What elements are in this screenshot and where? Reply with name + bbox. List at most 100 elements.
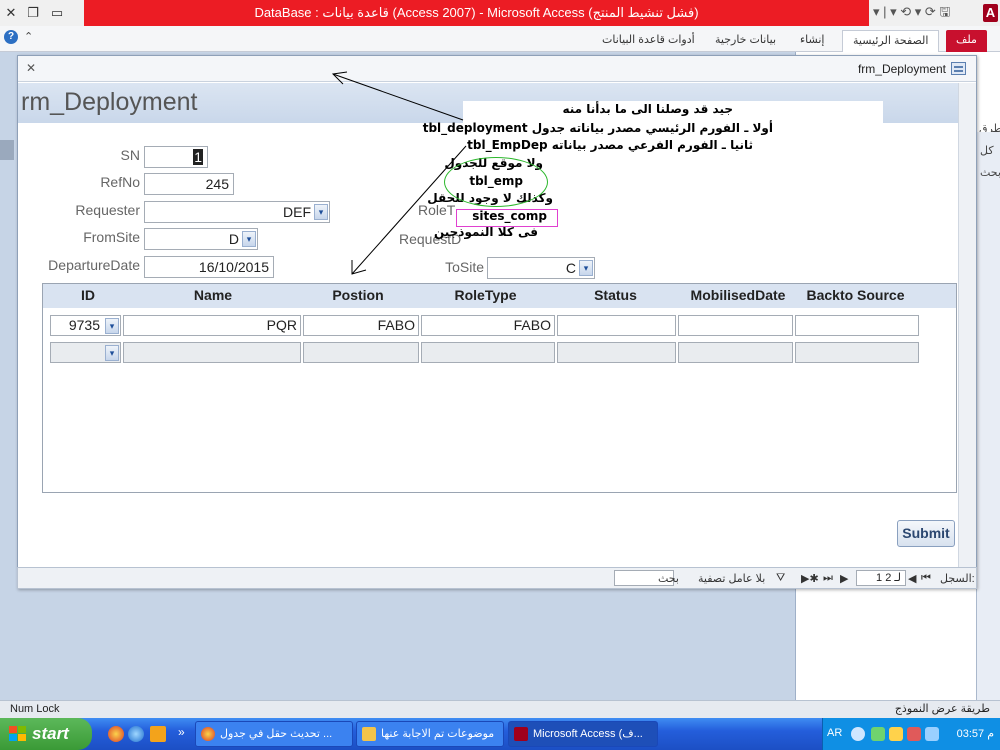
security-icon[interactable] — [907, 727, 921, 741]
close-form-icon[interactable]: ✕ — [26, 61, 36, 75]
new-record-icon[interactable]: ▶✱ — [801, 572, 819, 585]
annotation-line: جيد قد وصلنا الى ما بدأنا منه — [562, 102, 733, 116]
refno-field[interactable]: 245 — [144, 173, 234, 195]
row-roletype-cell[interactable]: FABO — [421, 315, 555, 336]
annotation-line: ثانيا ـ الفورم الفرعي مصدر بياناته tbl_E… — [467, 138, 753, 152]
taskbar-item-label: موضوعات تم الاجابة عنها — [381, 728, 495, 740]
minimize-window-icon[interactable]: ▭ — [48, 4, 66, 22]
form-window-titlebar: ✕ frm_Deployment — [18, 56, 976, 82]
col-header-backto: Backto Source — [806, 287, 905, 303]
taskbar-item-folder[interactable]: موضوعات تم الاجابة عنها — [356, 721, 504, 747]
row-id-combo[interactable]: 9735 ▾ — [50, 315, 121, 336]
ie-icon[interactable] — [128, 726, 144, 742]
tray-expand-icon[interactable] — [851, 727, 865, 741]
overflow-icon[interactable]: » — [178, 725, 185, 739]
new-status-cell[interactable] — [557, 342, 676, 363]
taskbar-item-label: Microsoft Access (ف... — [533, 728, 643, 740]
close-window-icon[interactable]: ✕ — [2, 4, 20, 22]
refno-label: RefNo — [100, 174, 140, 190]
fromsite-combo[interactable]: D ▾ — [144, 228, 258, 250]
record-position[interactable]: 1 لـ 2 — [856, 570, 906, 586]
col-header-position: Postion — [332, 287, 384, 303]
nav-pane-strip: كل بحث — [976, 132, 1000, 700]
departure-date-label: DepartureDate — [48, 257, 140, 273]
form-vertical-scrollbar[interactable] — [958, 83, 976, 567]
tosite-label: ToSite — [445, 259, 484, 275]
row-status-cell[interactable] — [557, 315, 676, 336]
help-icon[interactable]: ? — [4, 30, 18, 44]
col-header-mobilised: MobilisedDate — [690, 287, 786, 303]
tosite-value: C — [565, 260, 576, 276]
form-heading: rm_Deployment — [21, 88, 198, 116]
network-icon[interactable] — [871, 727, 885, 741]
ribbon-tab-strip: ملف الصفحة الرئيسية إنشاء بيانات خارجية … — [0, 26, 1000, 52]
chevron-down-icon[interactable]: ▾ — [579, 260, 593, 276]
quick-access-toolbar[interactable]: ▾ | ▾ ⟲ ▾ ⟳ 🖫 — [873, 3, 951, 25]
form-window-title: frm_Deployment — [857, 62, 946, 76]
new-backto-cell[interactable] — [795, 342, 919, 363]
taskbar-item-access[interactable]: Microsoft Access (ف... — [508, 721, 658, 747]
col-header-name: Name — [193, 287, 233, 303]
record-navigator: بحث بلا عامل تصفية ⛛ ▶✱ ⏭ ▶ 1 لـ 2 ◀ ⏮ ا… — [17, 567, 977, 589]
tab-database-tools[interactable]: أدوات قاعدة البيانات — [592, 30, 705, 52]
fromsite-label: FromSite — [83, 229, 140, 245]
taskbar-item-label: تحديث حقل في جدول ... — [220, 728, 333, 740]
nav-pane-all-label[interactable]: كل — [980, 144, 994, 157]
start-label: start — [32, 724, 69, 743]
submit-button[interactable]: Submit — [897, 520, 955, 547]
new-roletype-cell[interactable] — [421, 342, 555, 363]
view-mode-label: طريقة عرض النموذج — [894, 703, 990, 715]
form-icon — [951, 62, 966, 75]
ribbon-collapse-icon[interactable]: ⌃ — [24, 30, 33, 43]
access-app-icon[interactable]: A — [983, 4, 998, 22]
last-record-icon[interactable]: ⏭ — [823, 572, 833, 585]
first-record-icon[interactable]: ⏮ — [921, 572, 931, 585]
new-position-cell[interactable] — [303, 342, 419, 363]
next-record-icon[interactable]: ▶ — [840, 572, 848, 585]
tosite-combo[interactable]: C ▾ — [487, 257, 595, 279]
outlook-icon[interactable] — [150, 726, 166, 742]
sn-value: 1 — [193, 149, 203, 165]
annotation-line: فى كلا النموذجين — [433, 225, 538, 239]
col-header-id: ID — [81, 287, 95, 303]
tray-app-icon[interactable] — [889, 727, 903, 741]
row-mobilised-cell[interactable] — [678, 315, 793, 336]
sn-field[interactable]: 1 — [144, 146, 208, 168]
taskbar-item-browser-1[interactable]: تحديث حقل في جدول ... — [195, 721, 353, 747]
chevron-down-icon[interactable]: ▾ — [105, 318, 119, 334]
requester-label: Requester — [75, 202, 140, 218]
subform: ID Name Postion RoleType Status Mobilise… — [42, 283, 957, 493]
tab-file[interactable]: ملف — [946, 30, 987, 52]
clock[interactable]: 03:57 م — [957, 727, 994, 740]
window-title: DataBase : قاعدة بيانات (Access 2007) - … — [84, 0, 869, 26]
new-name-cell[interactable] — [123, 342, 301, 363]
chevron-down-icon[interactable]: ▾ — [314, 204, 328, 220]
prev-record-icon[interactable]: ◀ — [908, 572, 916, 585]
departure-date-field[interactable]: 16/10/2015 — [144, 256, 274, 278]
new-id-combo[interactable]: ▾ — [50, 342, 121, 363]
fromsite-value: D — [228, 231, 239, 247]
nav-pane-search-label[interactable]: بحث — [980, 166, 1000, 179]
tab-home[interactable]: الصفحة الرئيسية — [842, 30, 940, 52]
tab-create[interactable]: إنشاء — [790, 30, 834, 52]
filter-indicator[interactable]: بلا عامل تصفية — [698, 572, 765, 585]
annotation-pink-box — [456, 209, 558, 227]
requester-combo[interactable]: DEF ▾ — [144, 201, 330, 223]
status-bar: Num Lock طريقة عرض النموذج — [0, 700, 1000, 718]
start-button[interactable]: start — [0, 718, 92, 750]
restore-window-icon[interactable]: ❐ — [24, 4, 42, 22]
new-mobilised-cell[interactable] — [678, 342, 793, 363]
annotation-line: أولا ـ الفورم الرئيسي مصدر بياناته جدول … — [422, 121, 773, 135]
num-lock-indicator: Num Lock — [10, 703, 60, 715]
tab-external-data[interactable]: بيانات خارجية — [705, 30, 786, 52]
chrome-icon[interactable] — [108, 726, 124, 742]
row-backto-cell[interactable] — [795, 315, 919, 336]
volume-icon[interactable] — [925, 727, 939, 741]
row-position-cell[interactable]: FABO — [303, 315, 419, 336]
col-header-status: Status — [594, 287, 637, 303]
row-name-cell[interactable]: PQR — [123, 315, 301, 336]
chevron-down-icon[interactable]: ▾ — [242, 231, 256, 247]
taskbar: start » تحديث حقل في جدول ... موضوعات تم… — [0, 718, 1000, 750]
chevron-down-icon[interactable]: ▾ — [105, 345, 119, 361]
language-indicator[interactable]: AR — [827, 727, 842, 739]
